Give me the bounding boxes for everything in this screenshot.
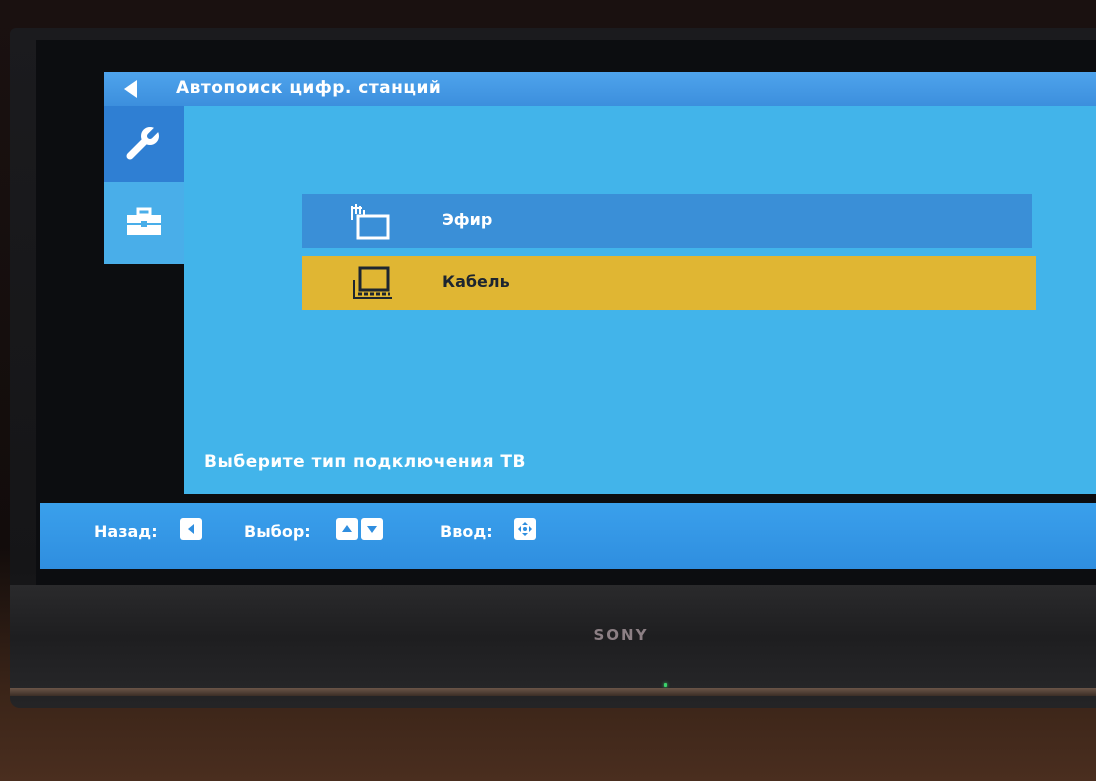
- sidebar-item-setup[interactable]: [104, 106, 184, 182]
- wrench-icon: [126, 125, 161, 160]
- antenna-tv-icon: [351, 204, 390, 240]
- cable-tv-icon: [353, 266, 392, 299]
- sidebar-item-tools[interactable]: [104, 182, 184, 264]
- option-label: Кабель: [442, 272, 510, 291]
- left-key-icon: [180, 518, 202, 540]
- hint-text: Выберите тип подключения ТВ: [204, 452, 526, 472]
- back-arrow-icon[interactable]: [124, 80, 137, 98]
- enter-help-label: Ввод:: [440, 522, 493, 541]
- back-help-label: Назад:: [94, 522, 158, 541]
- power-led: [664, 683, 667, 687]
- tv-bezel-lower: [10, 585, 1096, 690]
- page-title: Автопоиск цифр. станций: [176, 78, 442, 98]
- option-cable[interactable]: Кабель: [302, 256, 1036, 310]
- option-air[interactable]: Эфир: [302, 194, 1032, 248]
- brand-logo: SONY: [593, 626, 649, 644]
- up-key-icon: [336, 518, 358, 540]
- tv-bezel-edge: [10, 688, 1096, 696]
- toolbox-icon: [127, 207, 161, 235]
- select-help-label: Выбор:: [244, 522, 311, 541]
- option-label: Эфир: [442, 210, 493, 229]
- enter-key-icon: [514, 518, 536, 540]
- down-key-icon: [361, 518, 383, 540]
